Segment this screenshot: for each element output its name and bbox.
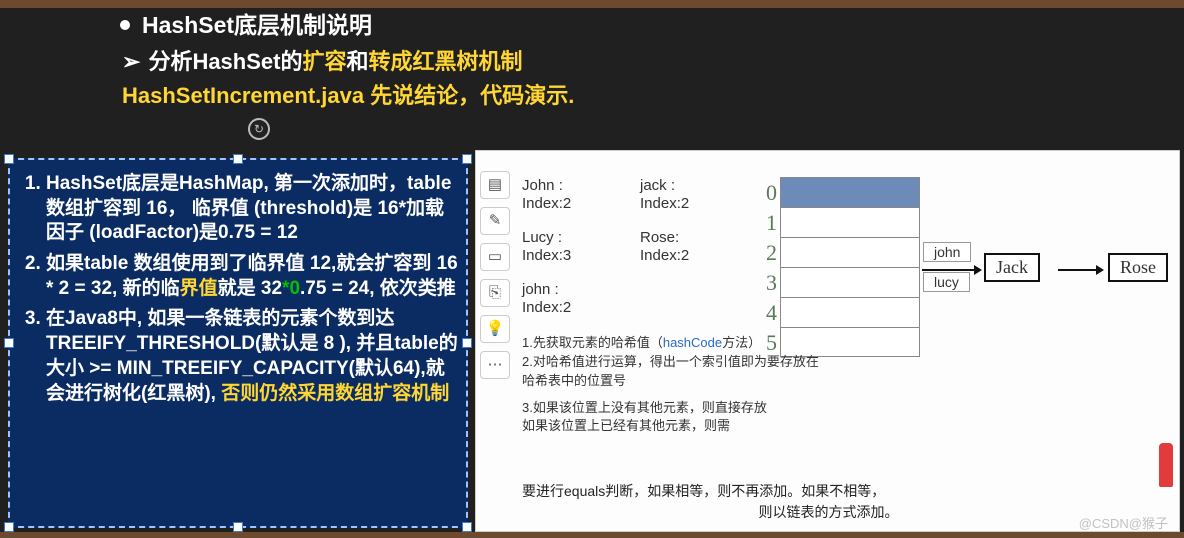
table-row: 3lucy [780,267,920,297]
entry-index: Index:3 [522,247,622,265]
item2b: 就是 32 [218,278,282,299]
entry-name: Rose: [640,229,740,247]
note-line: 1.先获取元素的哈希值（hashCode方法） [522,334,822,353]
explanation-box[interactable]: HashSet底层是HashMap, 第一次添加时，table 数组扩容到 16… [8,158,468,528]
linked-chain: Jack Rose [980,251,1184,291]
hand-num: 3 [749,270,777,296]
resize-handle[interactable] [233,154,243,164]
resize-handle[interactable] [462,154,472,164]
bn-code: equals [564,483,605,499]
entry: john : Index:2 [522,281,622,317]
l2-prefix: 分析HashSet的 [148,49,302,74]
note-text: 方法） [722,335,761,350]
note-text: 1.先获取元素的哈希值（ [522,335,663,350]
header-block: HashSet底层机制说明 ➢ 分析HashSet的扩容和转成红黑树机制 Hash… [120,6,1144,110]
hand-num: 4 [749,300,777,326]
bn-text: 判断，如果相等，则不再添加。如果不相等， [605,483,885,499]
l2-y1: 扩容 [302,49,346,74]
bn-text: 要进行 [522,483,564,499]
resize-handle[interactable] [462,338,472,348]
chevron-icon: ➢ [122,49,140,75]
note-code: hashCode [663,335,722,350]
entry-index: Index:2 [522,299,622,317]
resize-handle[interactable] [4,338,14,348]
table-row: 1 [780,207,920,237]
bottom-line1: 要进行equals判断，如果相等，则不再添加。如果不相等， [522,481,1135,502]
hand-num: 2 [749,240,777,266]
note-line: 2.对哈希值进行运算，得出一个索引值即为要存放在哈希表中的位置号 [522,353,822,391]
entry-name: Lucy : [522,229,622,247]
item1-text: HashSet底层是HashMap, 第一次添加时，table 数组扩容到 16… [46,173,451,243]
l2-mid: 和 [347,49,369,74]
entries-col2: jack : Index:2 Rose: Index:2 [640,177,740,281]
entry-name: jack : [640,177,740,195]
table-row: 4 [780,297,920,327]
step-notes: 1.先获取元素的哈希值（hashCode方法） 2.对哈希值进行运算，得出一个索… [522,334,822,436]
explanation-list: HashSet底层是HashMap, 第一次添加时，table 数组扩容到 16… [16,172,458,406]
arrow-icon [922,269,980,271]
item3y: 否则仍然采用数组扩容机制 [221,383,449,404]
chain-node: Jack [984,253,1040,282]
bullet-icon [120,20,130,30]
hash-table: 0 1 2john 3lucy 4 5 [780,177,920,357]
more-icon[interactable]: ⋯ [480,351,510,379]
resize-handle[interactable] [4,522,14,532]
chain-node: Rose [1108,253,1168,282]
hand-num: 1 [749,210,777,236]
note-line: 如果该位置上已经有其他元素，则需 [522,417,822,436]
bottom-line2: 则以链表的方式添加。 [522,502,1135,523]
item2hl: 界值 [180,278,218,299]
table-row: 0 [780,177,920,207]
entries-col1: John : Index:2 Lucy : Index:3 john : Ind… [522,177,622,333]
cell-label: lucy [923,272,970,292]
item2g: 0 [289,278,300,299]
entry-index: Index:2 [640,247,740,265]
item2c: .75 = 24, 依次类推 [300,278,456,299]
hand-num: 0 [749,180,777,206]
entry-index: Index:2 [640,195,740,213]
resize-handle[interactable] [462,522,472,532]
entry: Lucy : Index:3 [522,229,622,265]
whiteboard-panel: ▤ ✎ ▭ ⎘ 💡 ⋯ John : Index:2 Lucy : Index:… [475,150,1180,532]
resize-handle[interactable] [233,522,243,532]
title-line: HashSet底层机制说明 [120,6,1144,40]
layers-icon[interactable]: ▤ [480,171,510,199]
brush-icon[interactable]: ✎ [480,207,510,235]
bottom-note: 要进行equals判断，如果相等，则不再添加。如果不相等， 则以链表的方式添加。 [522,481,1135,523]
cell-label: john [923,242,971,262]
entry-name: john : [522,281,622,299]
entry-name: John : [522,177,622,195]
subtitle-line: ➢ 分析HashSet的扩容和转成红黑树机制 [120,44,1144,76]
resize-handle[interactable] [4,154,14,164]
bulb-icon[interactable]: 💡 [480,315,510,343]
watermark: @CSDN@猴子 [1079,513,1168,532]
note-line: 3.如果该位置上没有其他元素，则直接存放 [522,399,822,418]
list-item: HashSet底层是HashMap, 第一次添加时，table 数组扩容到 16… [46,172,458,246]
l2-y2: 转成红黑树机制 [369,49,523,74]
entry-index: Index:2 [522,195,622,213]
table-row: 2john [780,237,920,267]
filename-line: HashSetIncrement.java 先说结论，代码演示. [120,78,1144,110]
entry: Rose: Index:2 [640,229,740,265]
list-item: 如果table 数组使用到了临界值 12,就会扩容到 16 * 2 = 32, … [46,252,458,301]
arrow-icon [1058,269,1102,271]
whiteboard-content: John : Index:2 Lucy : Index:3 john : Ind… [520,159,1175,527]
list-item: 在Java8中, 如果一条链表的元素个数到达 TREEIFY_THRESHOLD… [46,307,458,406]
entry: jack : Index:2 [640,177,740,213]
whiteboard-toolbar: ▤ ✎ ▭ ⎘ 💡 ⋯ [480,171,514,379]
spacer [522,391,822,399]
title-text: HashSet底层机制说明 [142,12,372,38]
red-marker-icon [1159,443,1173,487]
entry: John : Index:2 [522,177,622,213]
rotate-handle-icon[interactable]: ↻ [248,118,270,140]
rect-icon[interactable]: ▭ [480,243,510,271]
page-icon[interactable]: ⎘ [480,279,510,307]
